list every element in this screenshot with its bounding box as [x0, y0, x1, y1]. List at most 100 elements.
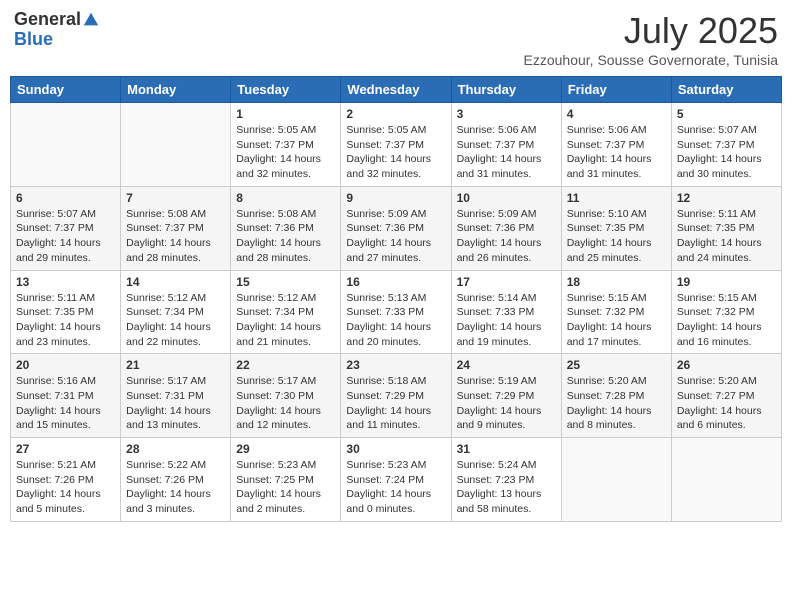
- weekday-header: Tuesday: [231, 77, 341, 103]
- day-number: 11: [567, 191, 666, 205]
- calendar-cell: [671, 438, 781, 522]
- calendar-cell: 19Sunrise: 5:15 AMSunset: 7:32 PMDayligh…: [671, 270, 781, 354]
- day-number: 27: [16, 442, 115, 456]
- calendar-cell: [121, 103, 231, 187]
- day-number: 2: [346, 107, 445, 121]
- day-number: 4: [567, 107, 666, 121]
- day-number: 28: [126, 442, 225, 456]
- calendar-cell: 2 Sunrise: 5:05 AMSunset: 7:37 PMDaylight…: [341, 103, 451, 187]
- weekday-header: Monday: [121, 77, 231, 103]
- day-number: 9: [346, 191, 445, 205]
- day-info: Sunrise: 5:11 AMSunset: 7:35 PMDaylight:…: [677, 207, 776, 266]
- day-info: Sunrise: 5:16 AMSunset: 7:31 PMDaylight:…: [16, 374, 115, 433]
- location-title: Ezzouhour, Sousse Governorate, Tunisia: [524, 52, 778, 68]
- day-number: 3: [457, 107, 556, 121]
- day-info: Sunrise: 5:11 AMSunset: 7:35 PMDaylight:…: [16, 291, 115, 350]
- weekday-header: Thursday: [451, 77, 561, 103]
- day-number: 18: [567, 275, 666, 289]
- calendar-week-row: 13 Sunrise: 5:11 AMSunset: 7:35 PMDayligh…: [11, 270, 782, 354]
- day-number: 30: [346, 442, 445, 456]
- calendar-cell: 13 Sunrise: 5:11 AMSunset: 7:35 PMDayligh…: [11, 270, 121, 354]
- calendar-cell: 3 Sunrise: 5:06 AMSunset: 7:37 PMDaylight…: [451, 103, 561, 187]
- day-info: Sunrise: 5:20 AMSunset: 7:27 PMDaylight:…: [677, 374, 776, 433]
- day-info: Sunrise: 5:06 AMSunset: 7:37 PMDaylight:…: [567, 123, 666, 182]
- day-info: Sunrise: 5:15 AMSunset: 7:32 PMDaylight:…: [567, 291, 666, 350]
- logo-general-text: General: [14, 10, 81, 30]
- calendar-cell: 28 Sunrise: 5:22 AMSunset: 7:26 PMDayligh…: [121, 438, 231, 522]
- weekday-header: Sunday: [11, 77, 121, 103]
- day-info: Sunrise: 5:17 AMSunset: 7:31 PMDaylight:…: [126, 374, 225, 433]
- calendar-cell: 14 Sunrise: 5:12 AMSunset: 7:34 PMDayligh…: [121, 270, 231, 354]
- logo-icon: [82, 11, 100, 29]
- calendar-cell: [11, 103, 121, 187]
- calendar-cell: 20 Sunrise: 5:16 AMSunset: 7:31 PMDayligh…: [11, 354, 121, 438]
- day-info: Sunrise: 5:08 AMSunset: 7:36 PMDaylight:…: [236, 207, 335, 266]
- logo-blue-text: Blue: [14, 30, 100, 50]
- day-number: 19: [677, 275, 776, 289]
- calendar-cell: 21 Sunrise: 5:17 AMSunset: 7:31 PMDayligh…: [121, 354, 231, 438]
- day-info: Sunrise: 5:10 AMSunset: 7:35 PMDaylight:…: [567, 207, 666, 266]
- day-number: 6: [16, 191, 115, 205]
- day-info: Sunrise: 5:22 AMSunset: 7:26 PMDaylight:…: [126, 458, 225, 517]
- day-number: 8: [236, 191, 335, 205]
- day-number: 17: [457, 275, 556, 289]
- day-number: 12: [677, 191, 776, 205]
- page-header: General Blue July 2025 Ezzouhour, Sousse…: [10, 10, 782, 68]
- calendar-week-row: 6 Sunrise: 5:07 AMSunset: 7:37 PMDaylight…: [11, 186, 782, 270]
- calendar-cell: 5Sunrise: 5:07 AMSunset: 7:37 PMDaylight…: [671, 103, 781, 187]
- day-number: 25: [567, 358, 666, 372]
- day-info: Sunrise: 5:08 AMSunset: 7:37 PMDaylight:…: [126, 207, 225, 266]
- day-number: 24: [457, 358, 556, 372]
- day-info: Sunrise: 5:07 AMSunset: 7:37 PMDaylight:…: [16, 207, 115, 266]
- weekday-header: Friday: [561, 77, 671, 103]
- calendar-cell: 22Sunrise: 5:17 AMSunset: 7:30 PMDayligh…: [231, 354, 341, 438]
- day-number: 20: [16, 358, 115, 372]
- calendar-cell: 23 Sunrise: 5:18 AMSunset: 7:29 PMDayligh…: [341, 354, 451, 438]
- calendar-week-row: 27 Sunrise: 5:21 AMSunset: 7:26 PMDayligh…: [11, 438, 782, 522]
- day-info: Sunrise: 5:06 AMSunset: 7:37 PMDaylight:…: [457, 123, 556, 182]
- calendar-cell: 17 Sunrise: 5:14 AMSunset: 7:33 PMDayligh…: [451, 270, 561, 354]
- day-info: Sunrise: 5:17 AMSunset: 7:30 PMDaylight:…: [236, 374, 335, 433]
- weekday-header: Saturday: [671, 77, 781, 103]
- calendar-cell: 27 Sunrise: 5:21 AMSunset: 7:26 PMDayligh…: [11, 438, 121, 522]
- calendar-cell: [561, 438, 671, 522]
- day-number: 23: [346, 358, 445, 372]
- calendar-header-row: SundayMondayTuesdayWednesdayThursdayFrid…: [11, 77, 782, 103]
- calendar-cell: 24 Sunrise: 5:19 AMSunset: 7:29 PMDayligh…: [451, 354, 561, 438]
- day-info: Sunrise: 5:14 AMSunset: 7:33 PMDaylight:…: [457, 291, 556, 350]
- day-info: Sunrise: 5:05 AMSunset: 7:37 PMDaylight:…: [346, 123, 445, 182]
- day-number: 29: [236, 442, 335, 456]
- calendar-cell: 4 Sunrise: 5:06 AMSunset: 7:37 PMDaylight…: [561, 103, 671, 187]
- day-info: Sunrise: 5:05 AMSunset: 7:37 PMDaylight:…: [236, 123, 335, 182]
- day-number: 15: [236, 275, 335, 289]
- calendar-cell: 15Sunrise: 5:12 AMSunset: 7:34 PMDayligh…: [231, 270, 341, 354]
- day-info: Sunrise: 5:18 AMSunset: 7:29 PMDaylight:…: [346, 374, 445, 433]
- calendar-cell: 25 Sunrise: 5:20 AMSunset: 7:28 PMDayligh…: [561, 354, 671, 438]
- day-number: 5: [677, 107, 776, 121]
- day-number: 21: [126, 358, 225, 372]
- day-info: Sunrise: 5:23 AMSunset: 7:25 PMDaylight:…: [236, 458, 335, 517]
- calendar-cell: 10 Sunrise: 5:09 AMSunset: 7:36 PMDayligh…: [451, 186, 561, 270]
- title-area: July 2025 Ezzouhour, Sousse Governorate,…: [524, 10, 778, 68]
- day-info: Sunrise: 5:09 AMSunset: 7:36 PMDaylight:…: [346, 207, 445, 266]
- day-number: 13: [16, 275, 115, 289]
- calendar-week-row: 1Sunrise: 5:05 AMSunset: 7:37 PMDaylight…: [11, 103, 782, 187]
- day-info: Sunrise: 5:23 AMSunset: 7:24 PMDaylight:…: [346, 458, 445, 517]
- calendar-cell: 31Sunrise: 5:24 AMSunset: 7:23 PMDayligh…: [451, 438, 561, 522]
- day-info: Sunrise: 5:09 AMSunset: 7:36 PMDaylight:…: [457, 207, 556, 266]
- calendar-cell: 18 Sunrise: 5:15 AMSunset: 7:32 PMDayligh…: [561, 270, 671, 354]
- calendar-week-row: 20 Sunrise: 5:16 AMSunset: 7:31 PMDayligh…: [11, 354, 782, 438]
- day-number: 16: [346, 275, 445, 289]
- calendar-cell: 1Sunrise: 5:05 AMSunset: 7:37 PMDaylight…: [231, 103, 341, 187]
- day-number: 14: [126, 275, 225, 289]
- calendar-cell: 26Sunrise: 5:20 AMSunset: 7:27 PMDayligh…: [671, 354, 781, 438]
- month-title: July 2025: [524, 10, 778, 52]
- day-info: Sunrise: 5:12 AMSunset: 7:34 PMDaylight:…: [126, 291, 225, 350]
- calendar-cell: 11 Sunrise: 5:10 AMSunset: 7:35 PMDayligh…: [561, 186, 671, 270]
- logo: General Blue: [14, 10, 100, 50]
- day-info: Sunrise: 5:20 AMSunset: 7:28 PMDaylight:…: [567, 374, 666, 433]
- day-number: 10: [457, 191, 556, 205]
- day-info: Sunrise: 5:21 AMSunset: 7:26 PMDaylight:…: [16, 458, 115, 517]
- day-info: Sunrise: 5:19 AMSunset: 7:29 PMDaylight:…: [457, 374, 556, 433]
- calendar-cell: 16Sunrise: 5:13 AMSunset: 7:33 PMDayligh…: [341, 270, 451, 354]
